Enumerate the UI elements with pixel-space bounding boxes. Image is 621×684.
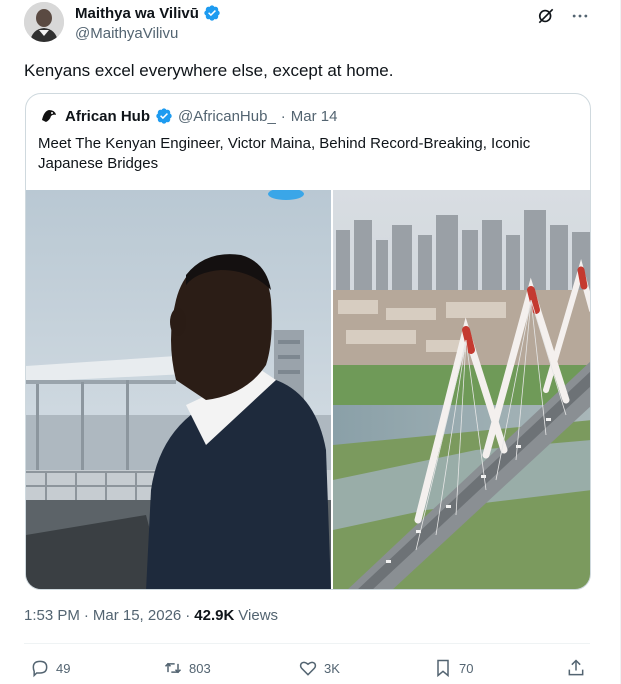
heart-icon: [299, 661, 317, 676]
divider: [24, 643, 590, 644]
reply-icon: [32, 660, 48, 678]
quoted-date[interactable]: Mar 14: [291, 108, 338, 125]
quoted-handle[interactable]: @AfricanHub_: [178, 108, 276, 125]
separator-dot: ·: [83, 607, 89, 624]
repost-count: 803: [189, 660, 211, 676]
reply-button[interactable]: 49: [30, 658, 70, 678]
bridge-photo: [333, 190, 590, 589]
more-options-icon[interactable]: [570, 6, 590, 26]
author-display-name[interactable]: Maithya wa Vilivū: [75, 5, 199, 22]
bookmark-button[interactable]: 70: [433, 658, 473, 678]
tweet-meta: 1:53 PM · Mar 15, 2026 · 42.9K Views: [24, 607, 278, 624]
author-name-row[interactable]: Maithya wa Vilivū: [75, 4, 221, 22]
tweet-text: Kenyans excel everywhere else, except at…: [24, 61, 394, 80]
views-label: Views: [238, 607, 279, 624]
author-avatar[interactable]: [24, 2, 64, 42]
share-icon: [568, 659, 584, 676]
quoted-tweet-text: Meet The Kenyan Engineer, Victor Maina, …: [38, 135, 531, 172]
action-bar: 49 803 3K 70: [30, 658, 595, 680]
like-button[interactable]: 3K: [298, 658, 340, 678]
quoted-tweet-header: African Hub @AfricanHub_ · Mar 14: [38, 105, 337, 127]
like-count: 3K: [324, 660, 340, 676]
engineer-photo: [26, 188, 331, 589]
reply-count: 49: [56, 660, 71, 676]
bookmark-icon: [437, 659, 449, 678]
separator-dot: ·: [185, 607, 191, 624]
quoted-author-avatar[interactable]: [38, 105, 60, 127]
author-handle[interactable]: @MaithyaVilivu: [75, 25, 178, 42]
verified-badge-icon: [203, 4, 221, 22]
quoted-display-name[interactable]: African Hub: [65, 108, 150, 125]
quoted-tweet[interactable]: African Hub @AfricanHub_ · Mar 14 Meet T…: [25, 93, 591, 590]
tweet-time[interactable]: 1:53 PM: [24, 607, 80, 624]
repost-icon: [164, 662, 182, 674]
bookmark-count: 70: [459, 660, 474, 676]
verified-badge-icon: [155, 107, 173, 125]
views-count: 42.9K: [194, 607, 235, 624]
share-button[interactable]: [566, 658, 586, 678]
separator-dot: ·: [280, 107, 286, 125]
quoted-tweet-media[interactable]: [26, 188, 590, 589]
tweet-card: Maithya wa Vilivū @MaithyaVilivu Kenyans…: [0, 0, 621, 684]
grok-icon[interactable]: [536, 6, 556, 26]
tweet-date[interactable]: Mar 15, 2026: [93, 607, 181, 624]
repost-button[interactable]: 803: [163, 658, 211, 678]
